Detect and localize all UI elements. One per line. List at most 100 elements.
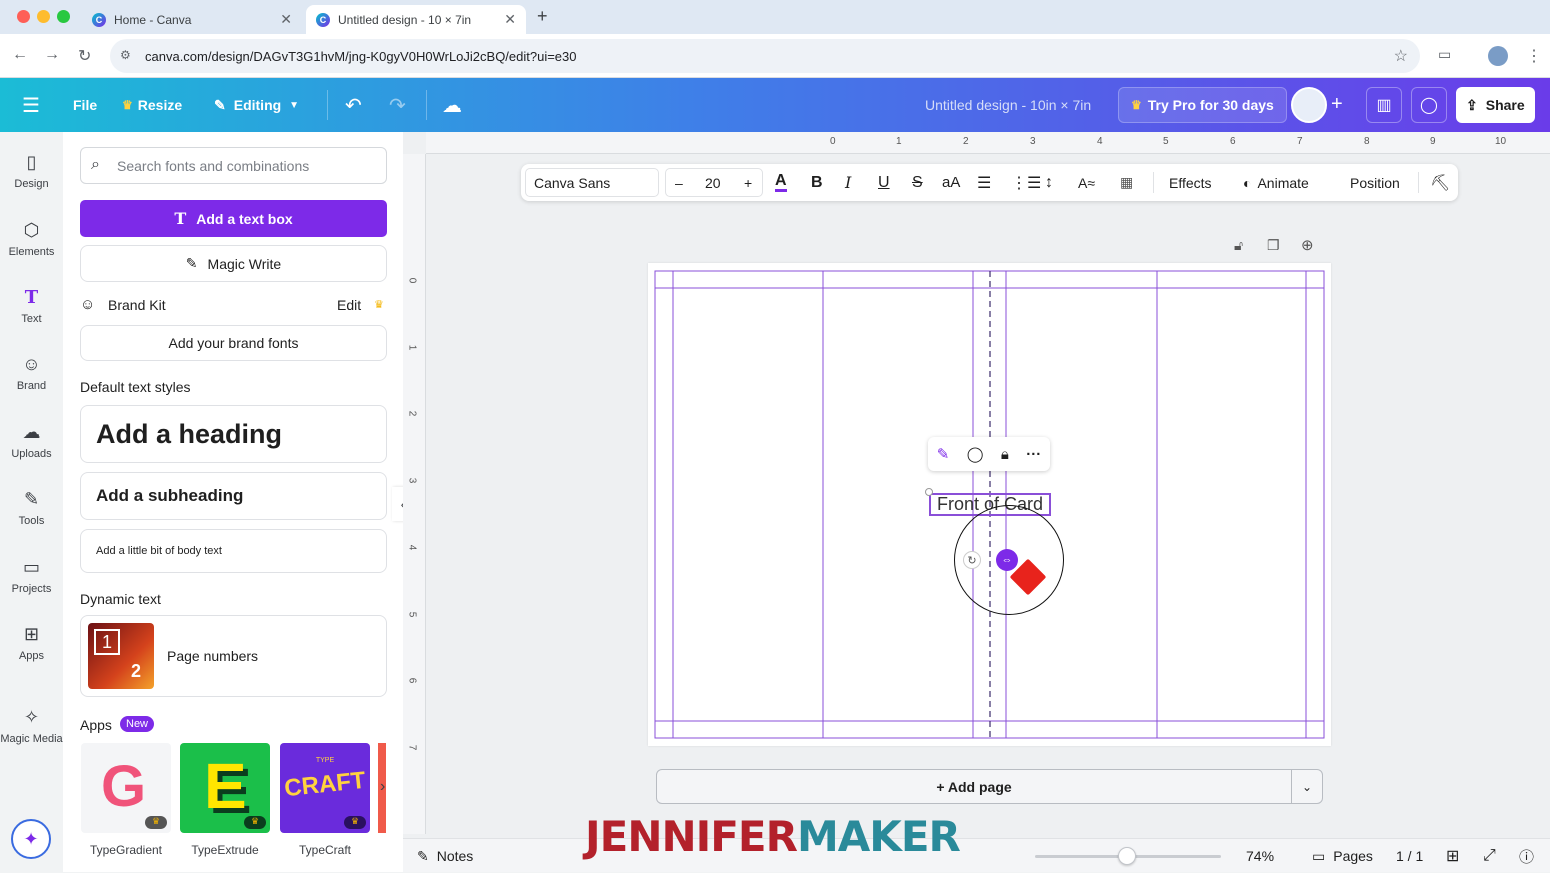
increase-size-button[interactable]: + [744,164,752,201]
close-window-dot[interactable] [17,10,30,23]
comment-icon[interactable]: ◯ [967,445,984,463]
text-style-icon[interactable]: A≈ [1078,164,1095,201]
share-button[interactable]: ⇪ Share [1456,87,1535,123]
undo-icon[interactable]: ↶ [345,78,362,132]
try-pro-button[interactable]: ♛ Try Pro for 30 days [1118,87,1287,123]
rotate-handle-icon[interactable]: ↻ [963,551,981,569]
add-page-dropdown[interactable]: ⌄ [1291,769,1323,804]
rail-item-design[interactable]: ▯ Design [0,152,63,190]
page-numbers-thumbnail: 1 2 [88,623,154,689]
magic-edit-icon[interactable]: ✎ [937,445,950,463]
rail-item-tools[interactable]: ✎ Tools [0,489,63,527]
letter-case-button[interactable]: aA [942,164,960,201]
redo-icon[interactable]: ↷ [389,78,406,132]
bookmark-star-icon[interactable]: ☆ [1394,46,1408,66]
pages-button[interactable]: ▭ Pages [1312,839,1373,873]
rail-item-uploads[interactable]: ☁ Uploads [0,422,63,460]
document-title[interactable]: Untitled design - 10in × 7in [925,78,1091,132]
back-icon[interactable]: ← [12,46,28,64]
url-field[interactable]: ⚙ canva.com/design/DAGvT3G1hvM/jng-K0gyV… [110,39,1420,73]
effects-button[interactable]: Effects [1169,164,1212,201]
move-handle-icon[interactable]: ⇔ [996,549,1018,571]
italic-icon[interactable]: I [845,164,851,201]
font-search-input[interactable]: ⌕ Search fonts and combinations [80,147,387,184]
typeextrude-logo-letter: E [204,750,247,822]
page-number-two: 2 [131,661,142,681]
add-page-icon[interactable]: ⊕ [1301,236,1314,254]
strikethrough-icon[interactable]: S [912,164,923,201]
lock-page-icon[interactable]: 🔓︎ [1234,237,1243,254]
text-color-icon[interactable]: A [775,164,787,201]
position-button[interactable]: Position [1350,164,1400,201]
pages-label: Pages [1333,848,1373,864]
apps-icon: ⊞ [23,624,40,644]
rail-label: Magic Media [0,733,63,745]
bullet-list-icon[interactable]: ⋮☰ [1011,164,1041,201]
app-typeextrude-tile[interactable]: E ♛ [180,743,270,833]
maximize-window-dot[interactable] [57,10,70,23]
magic-assistant-icon[interactable]: ✦ [11,819,51,859]
rail-item-text[interactable]: T Text [0,287,63,325]
notes-button[interactable]: ✎ Notes [417,839,473,873]
spacing-icon[interactable]: ↕ [1045,164,1053,201]
brand-kit-edit-link[interactable]: Edit [337,297,361,313]
browser-tab-home[interactable]: C Home - Canva ✕ [82,5,302,34]
app-typecraft-tile[interactable]: TYPE CRAFT ♛ [280,743,370,833]
browser-menu-icon[interactable]: ⋮ [1526,46,1542,66]
align-center-icon[interactable]: ☰ [977,164,991,201]
grid-view-icon[interactable]: ⊞ [1446,839,1459,873]
zoom-level[interactable]: 74% [1246,839,1274,873]
animate-button[interactable]: ◐ Animate [1243,164,1309,201]
new-tab-icon[interactable]: + [537,6,548,27]
typecraft-logo-text: CRAFT [283,766,367,803]
font-size-value[interactable]: 20 [705,164,721,201]
decrease-size-button[interactable]: – [675,164,683,201]
app-typegradient-tile[interactable]: G ♛ [81,743,171,833]
profile-avatar[interactable] [1488,46,1508,66]
cast-icon[interactable]: ▭ [1438,46,1451,63]
add-brand-fonts-button[interactable]: Add your brand fonts [80,325,387,361]
reload-icon[interactable]: ↻ [78,46,91,66]
add-heading-button[interactable]: Add a heading [80,405,387,463]
rail-item-apps[interactable]: ⊞ Apps [0,624,63,662]
duplicate-page-icon[interactable]: ❐ [1267,237,1280,254]
close-tab-icon[interactable]: ✕ [504,11,516,28]
insights-chart-icon[interactable]: ▥ [1366,87,1402,123]
add-page-button[interactable]: + Add page [656,769,1292,804]
page-numbers-item[interactable]: 1 2 Page numbers [80,615,387,697]
file-menu[interactable]: File [73,78,97,132]
underline-icon[interactable]: U [878,164,890,201]
resize-button[interactable]: ♛ Resize [122,78,182,132]
minimize-window-dot[interactable] [37,10,50,23]
rail-item-brand[interactable]: ☺ Brand [0,354,63,392]
forward-icon[interactable]: → [44,46,60,64]
rail-item-elements[interactable]: ⬡ Elements [0,220,63,258]
fullscreen-icon[interactable]: ⤢ [1483,839,1496,873]
bold-icon[interactable]: B [811,164,823,201]
rail-item-magic-media[interactable]: ✧ Magic Media [0,707,63,745]
apps-next-arrow-icon[interactable]: › [380,778,385,796]
lock-icon[interactable]: 🔒︎ [1001,446,1009,463]
add-text-box-button[interactable]: T Add a text box [80,200,387,237]
comments-icon[interactable]: ◯ [1411,87,1447,123]
help-icon[interactable]: ⓘ [1519,839,1534,873]
user-avatar[interactable] [1291,87,1327,123]
main-menu-icon[interactable]: ☰ [22,78,40,132]
browser-tab-design[interactable]: C Untitled design - 10 × 7in ✕ [306,5,526,34]
add-body-text-button[interactable]: Add a little bit of body text [80,529,387,573]
editing-mode-dropdown[interactable]: ✎ Editing ▼ [214,78,299,132]
resize-handle[interactable] [925,488,933,496]
zoom-slider-thumb[interactable] [1117,847,1136,865]
cloud-saved-icon[interactable]: ☁ [442,78,462,132]
site-settings-icon[interactable]: ⚙ [120,48,131,62]
add-collaborator-icon[interactable]: + [1331,93,1343,116]
design-page[interactable]: ✎ ◯ 🔒︎ ··· Front of Card ↻ ⇔ [648,263,1331,746]
magic-write-button[interactable]: ✎ Magic Write [80,245,387,282]
close-tab-icon[interactable]: ✕ [280,11,292,28]
rail-item-projects[interactable]: ▭ Projects [0,557,63,595]
add-subheading-button[interactable]: Add a subheading [80,472,387,520]
transparency-icon[interactable]: ▦ [1120,164,1133,201]
paint-roller-icon[interactable]: ⛏ [1430,164,1450,201]
more-options-icon[interactable]: ··· [1026,446,1041,463]
font-family-dropdown[interactable]: Canva Sans [525,168,659,197]
